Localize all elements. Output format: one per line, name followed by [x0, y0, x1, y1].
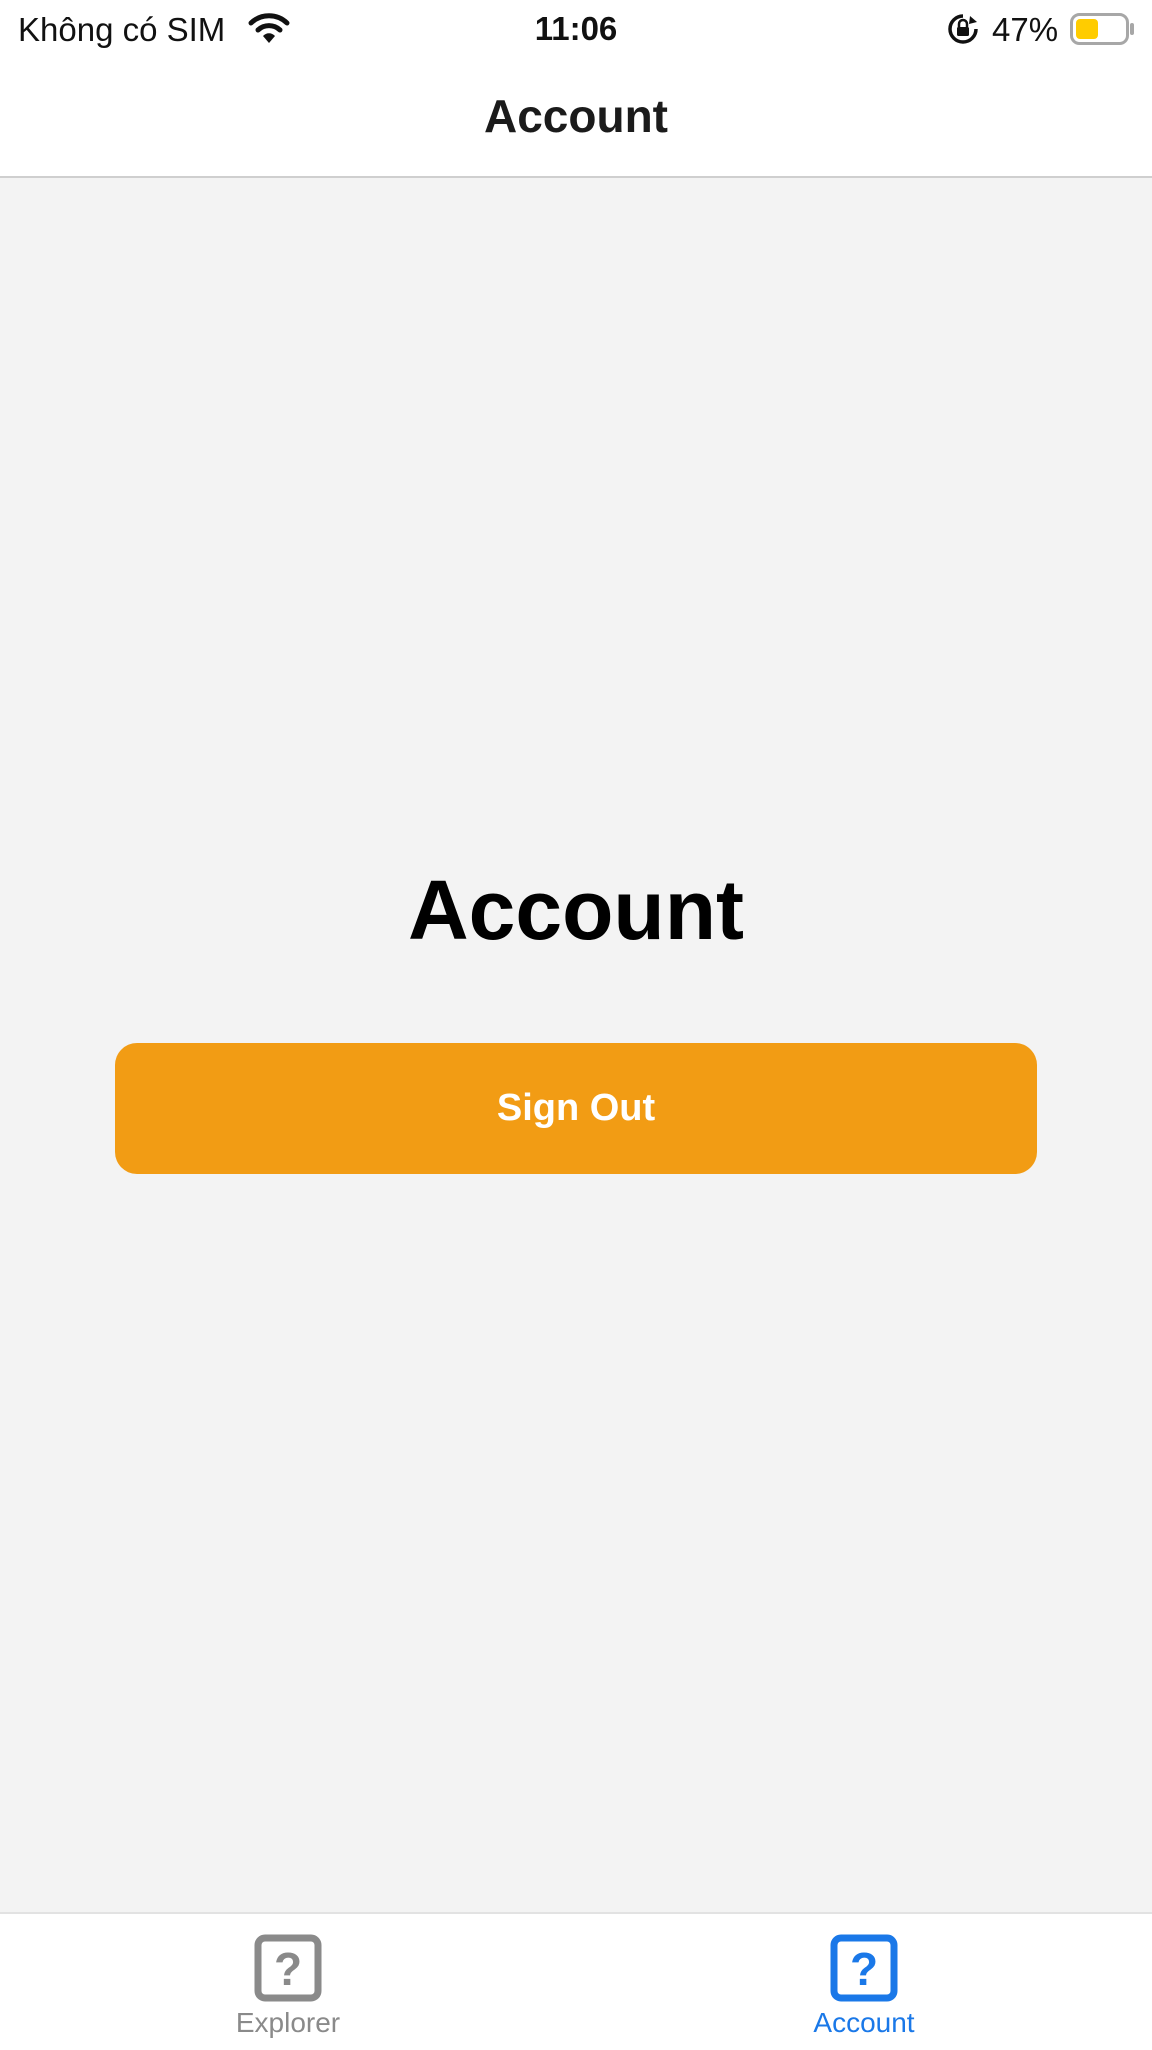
question-square-icon: ?	[254, 1934, 322, 2002]
tab-explorer[interactable]: ? Explorer	[0, 1914, 576, 2050]
svg-text:?: ?	[274, 1943, 302, 1995]
tab-bar: ? Explorer ? Account	[0, 1912, 1152, 2050]
tab-account-label: Account	[813, 2007, 915, 2038]
battery-percent: 47%	[992, 11, 1059, 48]
account-heading: Account	[408, 863, 744, 957]
battery-fill	[1076, 19, 1098, 39]
sign-out-label: Sign Out	[496, 1087, 656, 1129]
page-title: Account	[484, 90, 668, 142]
navigation-header: Account	[0, 58, 1152, 178]
battery-icon	[1070, 13, 1136, 45]
tab-explorer-label: Explorer	[235, 2007, 341, 2038]
question-square-icon: ?	[830, 1934, 898, 2002]
orientation-lock-icon	[946, 12, 980, 46]
sign-out-button[interactable]: Sign Out	[115, 1043, 1037, 1174]
status-bar: Không có SIM 11:06 47%	[0, 0, 1152, 58]
tab-account[interactable]: ? Account	[576, 1914, 1152, 2050]
svg-text:?: ?	[850, 1943, 878, 1995]
